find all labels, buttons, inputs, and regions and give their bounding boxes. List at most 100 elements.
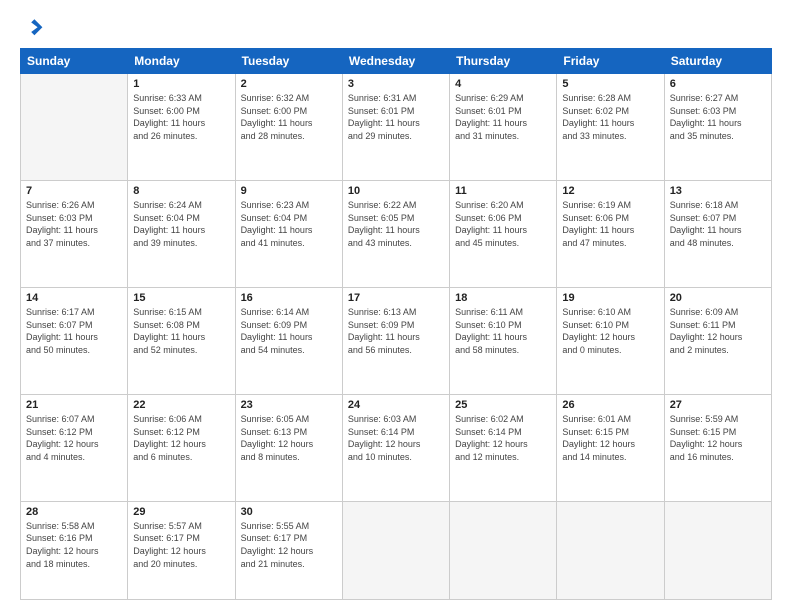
calendar-cell: 10Sunrise: 6:22 AM Sunset: 6:05 PM Dayli… (342, 180, 449, 287)
day-number: 30 (241, 506, 337, 518)
day-number: 13 (670, 185, 766, 197)
calendar-cell: 9Sunrise: 6:23 AM Sunset: 6:04 PM Daylig… (235, 180, 342, 287)
day-info: Sunrise: 6:06 AM Sunset: 6:12 PM Dayligh… (133, 413, 229, 463)
logo (20, 16, 48, 40)
day-number: 7 (26, 185, 122, 197)
day-info: Sunrise: 6:01 AM Sunset: 6:15 PM Dayligh… (562, 413, 658, 463)
day-info: Sunrise: 5:58 AM Sunset: 6:16 PM Dayligh… (26, 520, 122, 570)
day-number: 8 (133, 185, 229, 197)
calendar-cell (557, 501, 664, 599)
calendar-cell: 16 Sunrise: 6:14 AM Sunset: 6:09 PM Dayli… (235, 287, 342, 394)
day-info: Sunrise: 5:59 AM Sunset: 6:15 PM Dayligh… (670, 413, 766, 463)
calendar-cell: 2 Sunrise: 6:32 AM Sunset: 6:00 PM Daylig… (235, 74, 342, 181)
day-info: Sunrise: 6:23 AM Sunset: 6:04 PM Dayligh… (241, 199, 337, 249)
calendar-cell (664, 501, 771, 599)
calendar-cell: 8 Sunrise: 6:24 AM Sunset: 6:04 PM Daylig… (128, 180, 235, 287)
column-header-thursday: Thursday (450, 49, 557, 74)
column-header-saturday: Saturday (664, 49, 771, 74)
column-header-sunday: Sunday (21, 49, 128, 74)
calendar-cell: 28 Sunrise: 5:58 AM Sunset: 6:16 PM Dayli… (21, 501, 128, 599)
day-number: 15 (133, 292, 229, 304)
calendar-week-4: 21 Sunrise: 6:07 AM Sunset: 6:12 PM Dayli… (21, 394, 772, 501)
day-info: Sunrise: 6:02 AM Sunset: 6:14 PM Dayligh… (455, 413, 551, 463)
calendar-header-row: SundayMondayTuesdayWednesdayThursdayFrid… (21, 49, 772, 74)
day-number: 21 (26, 399, 122, 411)
day-info: Sunrise: 6:24 AM Sunset: 6:04 PM Dayligh… (133, 199, 229, 249)
day-info: Sunrise: 6:14 AM Sunset: 6:09 PM Dayligh… (241, 306, 337, 356)
day-number: 14 (26, 292, 122, 304)
calendar-cell (342, 501, 449, 599)
day-info: Sunrise: 6:19 AM Sunset: 6:06 PM Dayligh… (562, 199, 658, 249)
logo-icon (20, 16, 44, 40)
day-number: 18 (455, 292, 551, 304)
day-info: Sunrise: 6:33 AM Sunset: 6:00 PM Dayligh… (133, 92, 229, 142)
day-info: Sunrise: 6:27 AM Sunset: 6:03 PM Dayligh… (670, 92, 766, 142)
calendar-cell: 23Sunrise: 6:05 AM Sunset: 6:13 PM Dayli… (235, 394, 342, 501)
day-number: 22 (133, 399, 229, 411)
day-info: Sunrise: 6:07 AM Sunset: 6:12 PM Dayligh… (26, 413, 122, 463)
calendar-cell: 4Sunrise: 6:29 AM Sunset: 6:01 PM Daylig… (450, 74, 557, 181)
day-info: Sunrise: 6:26 AM Sunset: 6:03 PM Dayligh… (26, 199, 122, 249)
day-number: 28 (26, 506, 122, 518)
calendar-cell: 14 Sunrise: 6:17 AM Sunset: 6:07 PM Dayli… (21, 287, 128, 394)
calendar-cell: 18 Sunrise: 6:11 AM Sunset: 6:10 PM Dayli… (450, 287, 557, 394)
calendar-cell: 6 Sunrise: 6:27 AM Sunset: 6:03 PM Daylig… (664, 74, 771, 181)
day-number: 20 (670, 292, 766, 304)
day-info: Sunrise: 6:22 AM Sunset: 6:05 PM Dayligh… (348, 199, 444, 249)
day-number: 25 (455, 399, 551, 411)
calendar-cell: 19 Sunrise: 6:10 AM Sunset: 6:10 PM Dayli… (557, 287, 664, 394)
column-header-friday: Friday (557, 49, 664, 74)
calendar-cell: 21 Sunrise: 6:07 AM Sunset: 6:12 PM Dayli… (21, 394, 128, 501)
calendar-cell: 5Sunrise: 6:28 AM Sunset: 6:02 PM Daylig… (557, 74, 664, 181)
header (20, 16, 772, 40)
calendar-week-2: 7 Sunrise: 6:26 AM Sunset: 6:03 PM Daylig… (21, 180, 772, 287)
day-info: Sunrise: 5:57 AM Sunset: 6:17 PM Dayligh… (133, 520, 229, 570)
calendar-cell: 7 Sunrise: 6:26 AM Sunset: 6:03 PM Daylig… (21, 180, 128, 287)
calendar-cell: 25 Sunrise: 6:02 AM Sunset: 6:14 PM Dayli… (450, 394, 557, 501)
calendar-cell: 11 Sunrise: 6:20 AM Sunset: 6:06 PM Dayli… (450, 180, 557, 287)
day-number: 29 (133, 506, 229, 518)
day-number: 27 (670, 399, 766, 411)
day-number: 11 (455, 185, 551, 197)
day-number: 12 (562, 185, 658, 197)
calendar-cell (21, 74, 128, 181)
calendar-cell: 20 Sunrise: 6:09 AM Sunset: 6:11 PM Dayli… (664, 287, 771, 394)
day-info: Sunrise: 6:32 AM Sunset: 6:00 PM Dayligh… (241, 92, 337, 142)
calendar-cell: 13 Sunrise: 6:18 AM Sunset: 6:07 PM Dayli… (664, 180, 771, 287)
calendar: SundayMondayTuesdayWednesdayThursdayFrid… (20, 48, 772, 600)
calendar-cell: 30 Sunrise: 5:55 AM Sunset: 6:17 PM Dayli… (235, 501, 342, 599)
calendar-cell: 1 Sunrise: 6:33 AM Sunset: 6:00 PM Daylig… (128, 74, 235, 181)
day-number: 19 (562, 292, 658, 304)
day-info: Sunrise: 6:31 AM Sunset: 6:01 PM Dayligh… (348, 92, 444, 142)
day-number: 24 (348, 399, 444, 411)
calendar-cell: 12 Sunrise: 6:19 AM Sunset: 6:06 PM Dayli… (557, 180, 664, 287)
day-number: 6 (670, 78, 766, 90)
page: SundayMondayTuesdayWednesdayThursdayFrid… (0, 0, 792, 612)
day-info: Sunrise: 6:20 AM Sunset: 6:06 PM Dayligh… (455, 199, 551, 249)
day-number: 5 (562, 78, 658, 90)
day-number: 1 (133, 78, 229, 90)
day-number: 2 (241, 78, 337, 90)
calendar-cell: 29 Sunrise: 5:57 AM Sunset: 6:17 PM Dayli… (128, 501, 235, 599)
calendar-cell: 27 Sunrise: 5:59 AM Sunset: 6:15 PM Dayli… (664, 394, 771, 501)
calendar-week-1: 1 Sunrise: 6:33 AM Sunset: 6:00 PM Daylig… (21, 74, 772, 181)
calendar-cell: 22 Sunrise: 6:06 AM Sunset: 6:12 PM Dayli… (128, 394, 235, 501)
calendar-week-3: 14 Sunrise: 6:17 AM Sunset: 6:07 PM Dayli… (21, 287, 772, 394)
day-info: Sunrise: 6:05 AM Sunset: 6:13 PM Dayligh… (241, 413, 337, 463)
day-number: 3 (348, 78, 444, 90)
day-info: Sunrise: 6:10 AM Sunset: 6:10 PM Dayligh… (562, 306, 658, 356)
day-number: 17 (348, 292, 444, 304)
calendar-cell (450, 501, 557, 599)
day-info: Sunrise: 6:18 AM Sunset: 6:07 PM Dayligh… (670, 199, 766, 249)
day-info: Sunrise: 6:29 AM Sunset: 6:01 PM Dayligh… (455, 92, 551, 142)
day-number: 16 (241, 292, 337, 304)
day-info: Sunrise: 6:17 AM Sunset: 6:07 PM Dayligh… (26, 306, 122, 356)
day-info: Sunrise: 6:15 AM Sunset: 6:08 PM Dayligh… (133, 306, 229, 356)
calendar-cell: 15 Sunrise: 6:15 AM Sunset: 6:08 PM Dayli… (128, 287, 235, 394)
day-info: Sunrise: 6:11 AM Sunset: 6:10 PM Dayligh… (455, 306, 551, 356)
calendar-cell: 26 Sunrise: 6:01 AM Sunset: 6:15 PM Dayli… (557, 394, 664, 501)
day-info: Sunrise: 5:55 AM Sunset: 6:17 PM Dayligh… (241, 520, 337, 570)
day-number: 26 (562, 399, 658, 411)
day-info: Sunrise: 6:09 AM Sunset: 6:11 PM Dayligh… (670, 306, 766, 356)
day-info: Sunrise: 6:03 AM Sunset: 6:14 PM Dayligh… (348, 413, 444, 463)
